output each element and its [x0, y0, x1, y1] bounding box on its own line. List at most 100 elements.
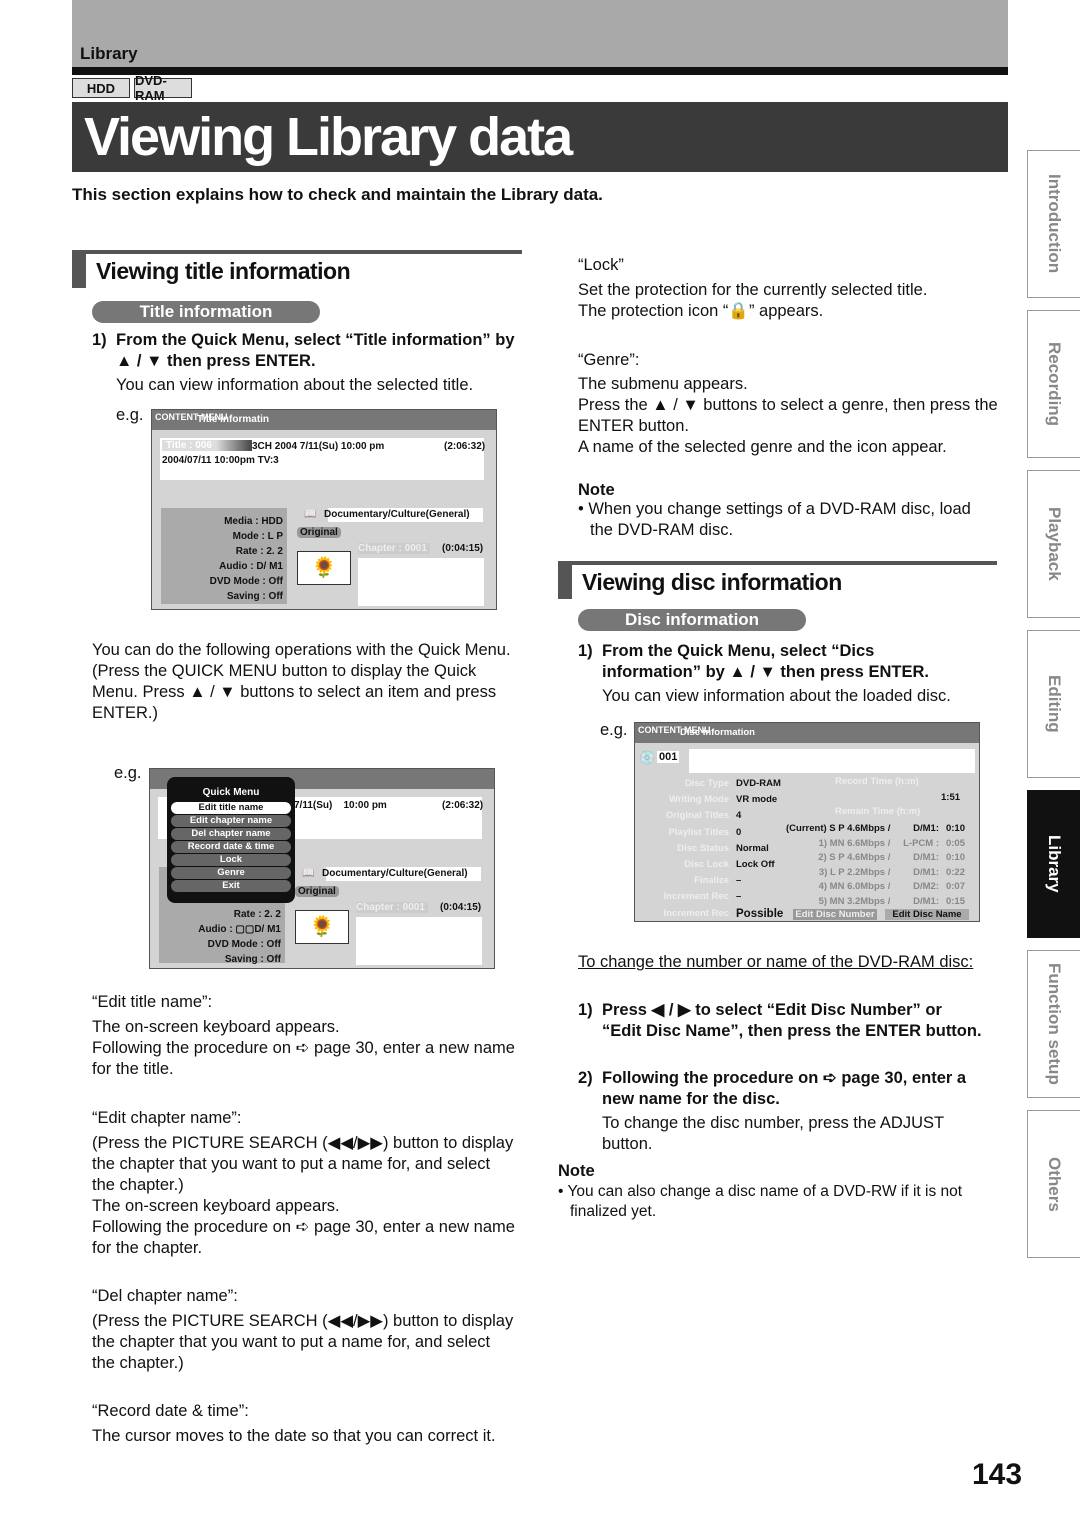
mode-time: 0:10	[945, 823, 965, 834]
field-label: Saving :	[226, 591, 266, 602]
step-1: From the Quick Menu, select “Dics inform…	[602, 642, 929, 681]
mode-audio: D/M1:	[913, 895, 939, 907]
quick-menu-item[interactable]: Edit chapter name	[171, 815, 291, 827]
quick-menu-title: Quick Menu	[202, 787, 260, 798]
step-edit-2: Following the procedure on ➪ page 30, en…	[602, 1069, 967, 1108]
field-row: Audio : D/ M1	[165, 559, 283, 574]
step-number: 1)	[578, 642, 593, 660]
change-disc-link[interactable]: To change the number or name of the DVD-…	[578, 952, 978, 973]
step-number: 1)	[92, 331, 107, 349]
record-mode-row: 4) MN 6.0Mbps / D/M2: 0:07	[765, 880, 965, 895]
title-info-screen: Title informatin CONTENT MENU Title : 00…	[151, 409, 497, 610]
original-badge: Original	[295, 886, 339, 897]
mode-time: 0:05	[945, 837, 965, 849]
original-badge: Original	[297, 527, 341, 538]
side-tab-introduction[interactable]: Introduction	[1027, 150, 1080, 298]
field-value: D/ M1	[256, 561, 283, 572]
field-row: Mode : L P	[165, 529, 283, 544]
item-body: The cursor moves to the date so that you…	[92, 1427, 496, 1445]
title-information-pill: Title information	[92, 301, 320, 323]
field-label: Audio :	[219, 561, 254, 572]
field-value: HDD	[261, 516, 283, 527]
disc-field-label: Disc Type	[684, 778, 729, 789]
side-tab-label: Introduction	[1045, 174, 1064, 274]
content-menu-logo: CONTENT MENU	[638, 725, 711, 735]
record-time-label: Record Time (h:m)	[835, 776, 919, 787]
eg-label: e.g.	[116, 406, 144, 424]
quick-menu-item[interactable]: Edit title name	[171, 802, 291, 814]
field-row: Saving : Off	[165, 589, 283, 604]
thumbnail-image: 🌻	[297, 551, 351, 585]
quick-menu: Quick Menu Edit title name Edit chapter n…	[167, 777, 295, 903]
title-sub: 2004/07/11 10:00pm TV:3	[162, 455, 279, 466]
side-tab-function-setup[interactable]: Function setup	[1027, 950, 1080, 1098]
field-label: Rate :	[235, 546, 264, 557]
quick-menu-paragraph: You can do the following operations with…	[92, 641, 511, 722]
section-title-disc-info: Viewing disc information	[558, 561, 997, 599]
field-label: Mode :	[232, 531, 265, 542]
mode-rate: 5) MN 3.2Mbps /	[818, 895, 893, 907]
page-title: Viewing Library data	[72, 102, 1008, 172]
header-band	[72, 0, 1008, 68]
side-tab-label: Editing	[1045, 675, 1064, 733]
side-tab-playback[interactable]: Playback	[1027, 470, 1080, 618]
quick-menu-screen: 7/11(Su) 10:00 pm (2:06:32) Rate : 2. 2A…	[149, 768, 495, 969]
quick-menu-item[interactable]: Genre	[171, 867, 291, 879]
disc-field-label: Original Titles	[665, 810, 729, 822]
mode-audio: D/M1:	[913, 866, 939, 878]
item-body: (Press the PICTURE SEARCH (◀◀/▶▶) button…	[92, 1312, 514, 1372]
disc-number: 001	[657, 751, 680, 763]
side-tab-others[interactable]: Others	[1027, 1110, 1080, 1258]
chapter-label: Chapter : 0001	[356, 902, 428, 913]
side-tab-library[interactable]: Library	[1027, 790, 1080, 938]
title-number: Title : 006	[162, 440, 252, 451]
chapter-label: Chapter : 0001	[358, 543, 430, 554]
divider	[72, 67, 1008, 75]
disc-icon: 💿	[639, 750, 656, 765]
item-body: (Press the PICTURE SEARCH (◀◀/▶▶) button…	[92, 1134, 515, 1257]
page-number: 143	[972, 1458, 1023, 1491]
step-1: From the Quick Menu, select “Title infor…	[116, 331, 515, 370]
item-heading: “Edit chapter name”:	[92, 1109, 242, 1127]
record-time-value: 1:51	[941, 792, 961, 803]
lock-heading: “Lock”	[578, 256, 624, 274]
section-title-title-info: Viewing title information	[72, 250, 522, 288]
mode-audio: D/M1:	[913, 852, 939, 864]
mode-audio: D/M1:	[913, 823, 939, 834]
edit-disc-name-button[interactable]: Edit Disc Name	[885, 909, 969, 920]
note-text: • You can also change a disc name of a D…	[558, 1183, 963, 1220]
record-mode-row: 3) L P 2.2Mbps / D/M1: 0:22	[765, 866, 965, 881]
media-tab-dvd-ram: DVD-RAM	[134, 73, 192, 103]
note-text: • When you change settings of a DVD-RAM …	[578, 500, 971, 539]
quick-menu-item[interactable]: Lock	[171, 854, 291, 866]
side-tab-label: Recording	[1045, 341, 1064, 427]
edit-disc-number-button[interactable]: Edit Disc Number	[793, 909, 877, 920]
title-fields: Media : HDD Mode : L P Rate : 2. 2 Audio : …	[161, 508, 287, 604]
remain-time-label: Remain Time (h:m)	[835, 806, 921, 817]
quick-menu-item[interactable]: Record date & time	[171, 841, 291, 853]
field-row: Media : HDD	[165, 514, 283, 529]
item-heading: “Edit title name”:	[92, 993, 213, 1011]
field-value: 2. 2	[266, 546, 283, 557]
side-tab-recording[interactable]: Recording	[1027, 310, 1080, 458]
disc-field-label: Playlist Titles	[668, 826, 729, 838]
disc-field-label: Increment Rec	[663, 907, 729, 919]
disc-field-label: Increment Rec	[663, 891, 729, 903]
disc-field-label: Disc Lock	[684, 859, 729, 871]
field-label: Media :	[224, 516, 259, 527]
media-tab-hdd: HDD	[72, 78, 130, 98]
step-edit-2-desc: To change the disc number, press the ADJ…	[602, 1114, 944, 1153]
disc-field-label: Finalize	[694, 875, 729, 887]
quick-menu-item[interactable]: Del chapter name	[171, 828, 291, 840]
quick-menu-item[interactable]: Exit	[171, 880, 291, 892]
step-1-desc: You can view information about the selec…	[116, 376, 474, 394]
item-heading: “Del chapter name”:	[92, 1287, 238, 1305]
disc-field-label: Disc Status	[677, 842, 729, 854]
side-tab-label: Function setup	[1045, 963, 1064, 1085]
mode-rate: 1) MN 6.6Mbps /	[818, 837, 893, 849]
section-label: Library	[80, 44, 138, 63]
side-tab-editing[interactable]: Editing	[1027, 630, 1080, 778]
record-mode-row: 5) MN 3.2Mbps / D/M1: 0:15	[765, 895, 965, 910]
note-heading: Note	[578, 481, 615, 499]
mode-rate: 3) L P 2.2Mbps /	[818, 866, 893, 878]
